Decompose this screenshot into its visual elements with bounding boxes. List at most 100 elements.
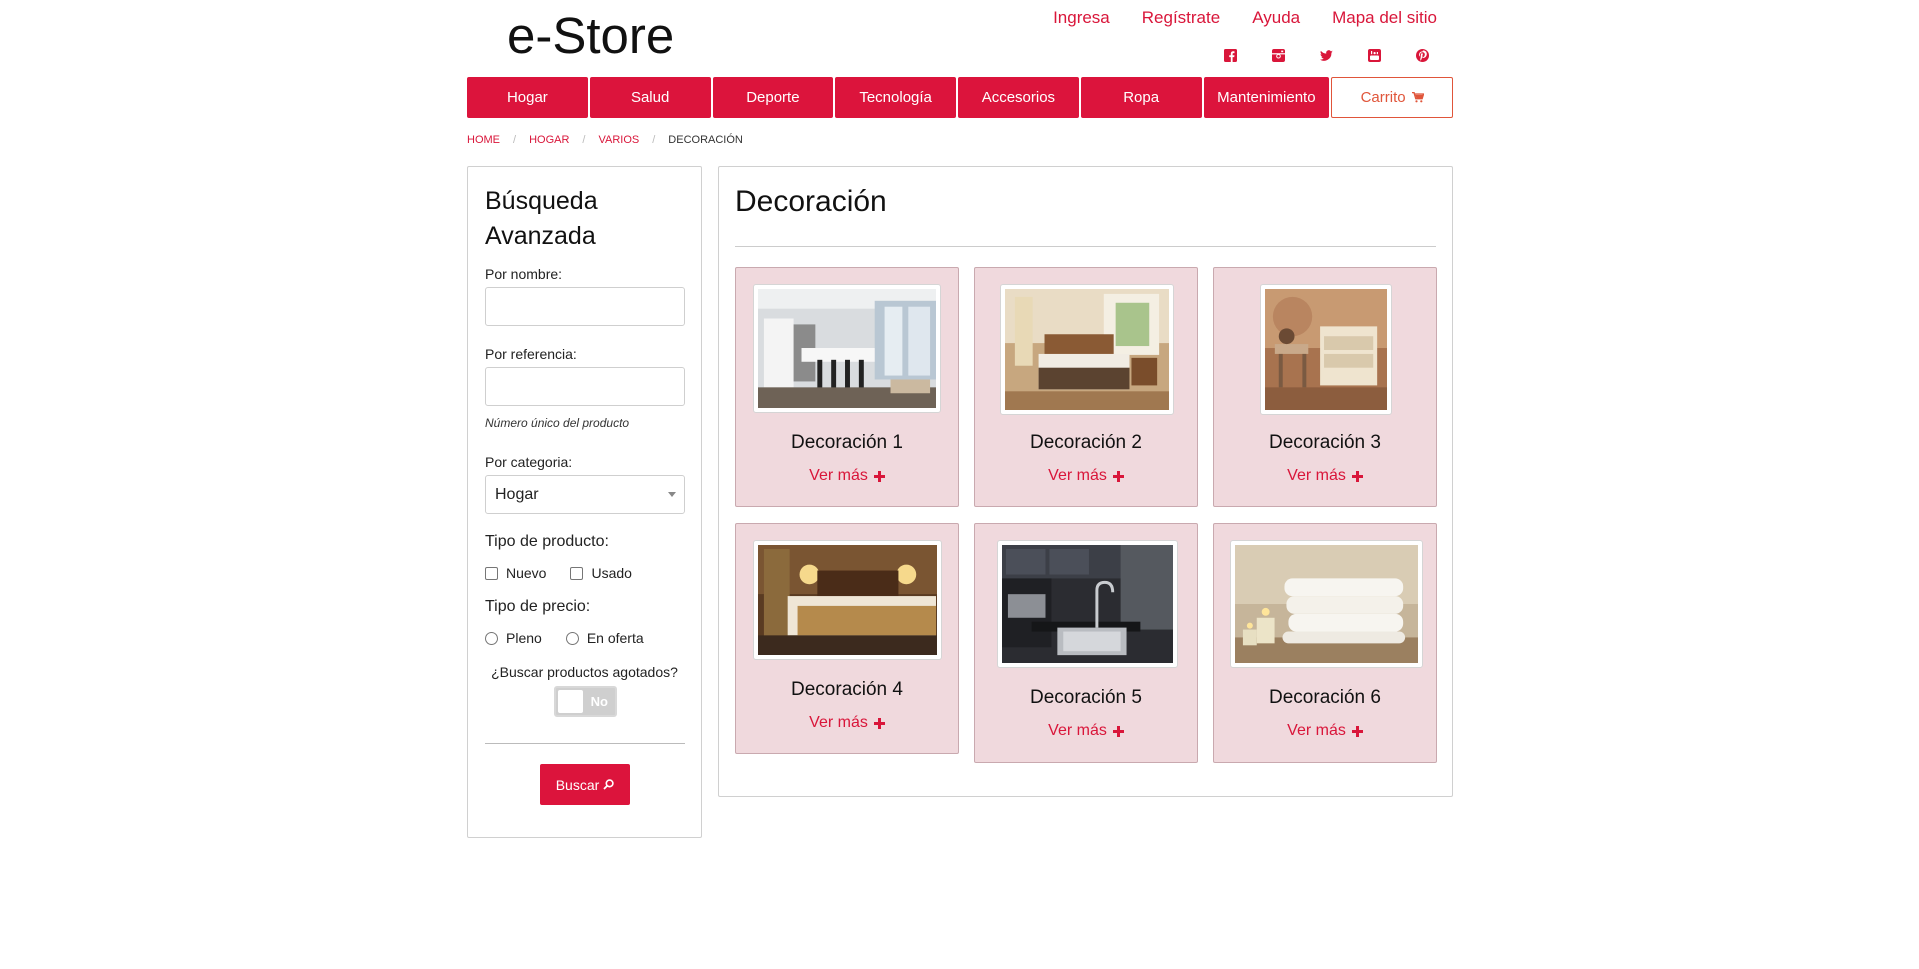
see-more-link[interactable]: Ver más xyxy=(736,714,958,732)
youtube-icon[interactable] xyxy=(1368,49,1381,62)
advanced-search-title: Búsqueda Avanzada xyxy=(485,187,598,250)
see-more-link[interactable]: Ver más xyxy=(736,467,958,485)
product-image[interactable] xyxy=(1230,540,1423,668)
category-label: Por categoria: xyxy=(485,454,573,470)
see-more-link[interactable]: Ver más xyxy=(975,722,1197,740)
breadcrumb-hogar[interactable]: HOGAR xyxy=(529,134,569,146)
name-label: Por nombre: xyxy=(485,266,563,282)
breadcrumb-current: DECORACIÓN xyxy=(668,134,743,146)
nav-item-deporte[interactable]: Deporte xyxy=(712,77,834,118)
product-image[interactable] xyxy=(1260,284,1392,415)
nav-item-tecnologia[interactable]: Tecnología xyxy=(835,77,956,118)
nav-item-ropa[interactable]: Ropa xyxy=(1080,77,1202,118)
see-more-label: Ver más xyxy=(1048,467,1107,484)
breadcrumb: HOME / HOGAR / VARIOS / DECORACIÓN xyxy=(467,134,743,146)
product-card[interactable]: Decoración 3 Ver más xyxy=(1213,267,1437,507)
see-more-label: Ver más xyxy=(1287,722,1346,739)
product-name: Decoración 3 xyxy=(1269,432,1381,453)
top-links: Ingresa Regístrate Ayuda Mapa del sitio xyxy=(1053,8,1437,28)
title-divider xyxy=(735,246,1436,247)
breadcrumb-varios[interactable]: VARIOS xyxy=(598,134,639,146)
pinterest-icon[interactable] xyxy=(1416,49,1429,62)
breadcrumb-separator: / xyxy=(582,134,586,146)
category-selected-value: Hogar xyxy=(495,485,539,503)
cart-button[interactable]: Carrito xyxy=(1331,77,1453,118)
product-type-label: Tipo de producto: xyxy=(485,533,609,550)
radio-en-oferta-label: En oferta xyxy=(586,630,644,646)
product-name: Decoración 1 xyxy=(791,432,903,453)
product-name: Decoración 5 xyxy=(1030,687,1142,708)
chevron-down-icon xyxy=(668,492,676,497)
see-more-label: Ver más xyxy=(809,467,868,484)
sitemap-link[interactable]: Mapa del sitio xyxy=(1332,8,1437,28)
facebook-icon[interactable] xyxy=(1224,49,1237,62)
out-of-stock-toggle[interactable]: No xyxy=(554,686,617,717)
price-type-label: Tipo de precio: xyxy=(485,598,591,615)
product-panel: Decoración Decoración 1 Ver más Decoraci… xyxy=(718,166,1453,797)
see-more-link[interactable]: Ver más xyxy=(1214,722,1436,740)
checkbox-nuevo[interactable] xyxy=(485,566,498,580)
see-more-link[interactable]: Ver más xyxy=(975,467,1197,485)
product-type-options: Nuevo Usado xyxy=(485,565,632,581)
search-button[interactable]: Buscar xyxy=(540,764,630,805)
category-title: Decoración xyxy=(735,185,887,218)
reference-hint: Número único del producto xyxy=(485,416,630,430)
checkbox-usado-label: Usado xyxy=(591,565,632,581)
plus-icon xyxy=(1351,470,1363,482)
nav-item-accesorios[interactable]: Accesorios xyxy=(958,77,1079,118)
twitter-icon[interactable] xyxy=(1320,49,1333,62)
nav-item-salud[interactable]: Salud xyxy=(589,77,711,118)
site-logo[interactable]: e-Store xyxy=(507,6,674,65)
register-link[interactable]: Regístrate xyxy=(1142,8,1220,28)
breadcrumb-home[interactable]: HOME xyxy=(467,134,500,146)
breadcrumb-separator: / xyxy=(652,134,656,146)
toggle-state-label: No xyxy=(590,694,608,709)
name-input[interactable] xyxy=(485,287,685,326)
help-link[interactable]: Ayuda xyxy=(1252,8,1300,28)
cart-label: Carrito xyxy=(1360,89,1406,106)
nav-item-hogar[interactable]: Hogar xyxy=(467,77,588,118)
social-links xyxy=(1224,49,1429,62)
product-name: Decoración 2 xyxy=(1030,432,1142,453)
breadcrumb-separator: / xyxy=(513,134,517,146)
plus-icon xyxy=(1351,725,1363,737)
radio-en-oferta[interactable] xyxy=(565,631,579,645)
search-button-label: Buscar xyxy=(555,776,600,793)
see-more-label: Ver más xyxy=(809,714,868,731)
search-icon xyxy=(603,779,614,790)
reference-input[interactable] xyxy=(485,367,685,406)
product-image[interactable] xyxy=(1000,284,1174,415)
product-name: Decoración 6 xyxy=(1269,687,1381,708)
product-card[interactable]: Decoración 4 Ver más xyxy=(735,523,959,754)
category-select[interactable]: Hogar xyxy=(485,475,685,514)
checkbox-nuevo-label: Nuevo xyxy=(506,565,547,581)
plus-icon xyxy=(1112,470,1124,482)
plus-icon xyxy=(873,470,885,482)
product-card[interactable]: Decoración 2 Ver más xyxy=(974,267,1198,507)
shopping-cart-icon xyxy=(1411,92,1424,103)
checkbox-usado[interactable] xyxy=(570,566,584,580)
reference-label: Por referencia: xyxy=(485,346,577,362)
radio-pleno[interactable] xyxy=(485,631,498,645)
product-card[interactable]: Decoración 5 Ver más xyxy=(974,523,1198,763)
toggle-knob xyxy=(558,690,583,713)
divider xyxy=(485,743,685,744)
see-more-link[interactable]: Ver más xyxy=(1214,467,1436,485)
product-name: Decoración 4 xyxy=(791,679,903,700)
main-nav: Hogar Salud Deporte Tecnología Accesorio… xyxy=(467,77,1453,118)
out-of-stock-question: ¿Buscar productos agotados? xyxy=(491,664,678,680)
product-image[interactable] xyxy=(997,540,1178,668)
product-image[interactable] xyxy=(753,540,942,660)
product-card[interactable]: Decoración 1 Ver más xyxy=(735,267,959,507)
radio-pleno-label: Pleno xyxy=(506,630,542,646)
product-card[interactable]: Decoración 6 Ver más xyxy=(1213,523,1437,763)
plus-icon xyxy=(873,717,885,729)
product-image[interactable] xyxy=(753,284,941,413)
instagram-icon[interactable] xyxy=(1272,49,1285,62)
login-link[interactable]: Ingresa xyxy=(1053,8,1110,28)
price-type-options: Pleno En oferta xyxy=(485,630,644,646)
see-more-label: Ver más xyxy=(1287,467,1346,484)
advanced-search-panel: Búsqueda Avanzada Por nombre: Por refere… xyxy=(467,166,702,838)
see-more-label: Ver más xyxy=(1048,722,1107,739)
nav-item-mantenimiento[interactable]: Mantenimiento xyxy=(1203,77,1330,118)
